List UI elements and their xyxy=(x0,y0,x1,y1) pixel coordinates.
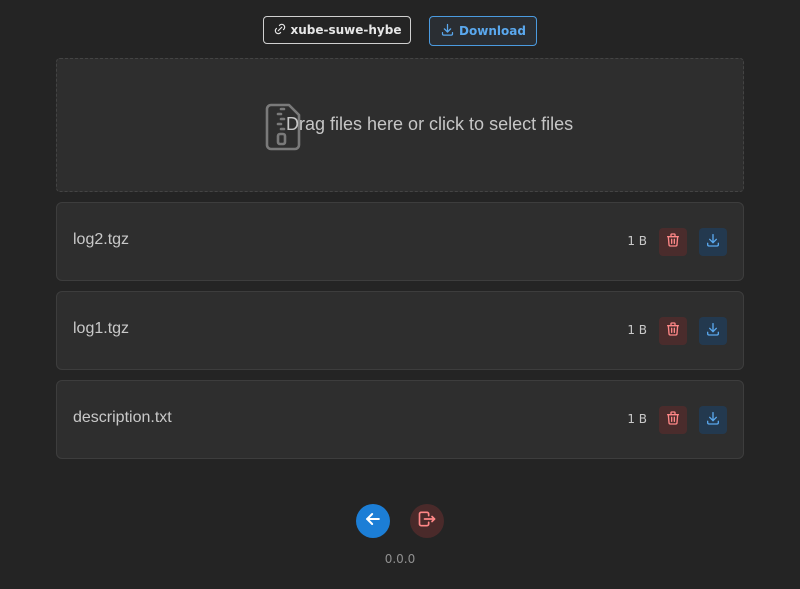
dropzone-text: Drag files here or click to select files xyxy=(286,114,574,134)
file-name: description.txt xyxy=(73,409,172,426)
arrow-left-icon xyxy=(363,509,383,533)
trash-icon xyxy=(665,232,681,252)
file-name: log2.tgz xyxy=(73,231,130,248)
delete-file-button[interactable] xyxy=(659,228,687,256)
link-icon xyxy=(273,22,287,39)
download-icon xyxy=(705,232,721,252)
top-bar: xube-suwe-hybe Download xyxy=(0,16,800,46)
trash-icon xyxy=(665,321,681,341)
logout-icon xyxy=(417,509,437,533)
download-icon xyxy=(440,22,455,40)
download-file-button[interactable] xyxy=(699,406,727,434)
file-dropzone[interactable]: Drag files here or click to select files xyxy=(56,58,744,192)
file-size: 1 B xyxy=(627,323,647,337)
file-size: 1 B xyxy=(627,234,647,248)
delete-file-button[interactable] xyxy=(659,406,687,434)
room-link-button[interactable]: xube-suwe-hybe xyxy=(263,16,411,44)
download-file-button[interactable] xyxy=(699,228,727,256)
file-row: log1.tgz 1 B xyxy=(56,291,744,370)
trash-icon xyxy=(665,410,681,430)
delete-file-button[interactable] xyxy=(659,317,687,345)
download-all-button[interactable]: Download xyxy=(429,16,537,46)
download-all-label: Download xyxy=(459,24,526,38)
download-icon xyxy=(705,321,721,341)
back-button[interactable] xyxy=(356,504,390,538)
file-size: 1 B xyxy=(627,412,647,426)
download-file-button[interactable] xyxy=(699,317,727,345)
download-icon xyxy=(705,410,721,430)
file-name: log1.tgz xyxy=(73,320,130,337)
version-label: 0.0.0 xyxy=(384,552,416,566)
file-row: log2.tgz 1 B xyxy=(56,202,744,281)
leave-room-button[interactable] xyxy=(410,504,444,538)
file-row: description.txt 1 B xyxy=(56,380,744,459)
room-link-label: xube-suwe-hybe xyxy=(290,23,402,37)
